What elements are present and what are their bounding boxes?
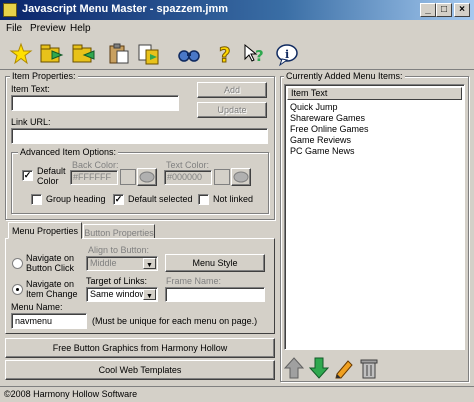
item-text-label: Item Text: xyxy=(11,84,50,94)
nav-item-change-radio[interactable] xyxy=(12,284,23,295)
svg-text:?: ? xyxy=(219,43,231,67)
status-text: ©2008 Harmony Hollow Software xyxy=(4,389,138,399)
list-item[interactable]: PC Game News xyxy=(290,146,355,156)
edit-pencil-icon[interactable] xyxy=(334,357,354,379)
trash-icon[interactable] xyxy=(359,357,379,379)
status-bar: ©2008 Harmony Hollow Software xyxy=(0,386,474,402)
chevron-down-icon[interactable]: ▼ xyxy=(143,289,156,300)
text-color-input[interactable]: #000000 xyxy=(164,170,212,185)
menu-preview[interactable]: Preview xyxy=(30,23,66,34)
link-url-label: Link URL: xyxy=(11,117,51,127)
align-select[interactable]: Middle ▼ xyxy=(86,256,158,271)
up-arrow-icon[interactable] xyxy=(283,357,305,379)
default-color-checkbox[interactable]: ✓ xyxy=(22,170,33,181)
not-linked-label: Not linked xyxy=(213,194,254,204)
menu-file[interactable]: File xyxy=(6,23,22,34)
nav-button-click-label: Navigate on Button Click xyxy=(26,253,75,273)
target-links-select[interactable]: Same window ▼ xyxy=(86,287,158,302)
list-item[interactable]: Quick Jump xyxy=(290,102,338,112)
info-icon[interactable]: i xyxy=(274,41,300,67)
maximize-button[interactable]: □ xyxy=(436,3,452,17)
default-color-label: Default Color xyxy=(37,166,66,186)
copy-icon[interactable] xyxy=(136,41,162,67)
default-selected-checkbox[interactable]: ✓ xyxy=(113,194,124,205)
list-item[interactable]: Game Reviews xyxy=(290,135,351,145)
window-title: Javascript Menu Master - spazzem.jmm xyxy=(22,3,229,15)
current-items-label: Currently Added Menu Items: xyxy=(284,71,405,81)
target-links-value: Same window xyxy=(90,289,147,299)
list-item[interactable]: Shareware Games xyxy=(290,113,365,123)
not-linked-checkbox[interactable] xyxy=(198,194,209,205)
menu-name-note: (Must be unique for each menu on page.) xyxy=(92,316,258,326)
whats-this-icon[interactable]: ? xyxy=(242,41,268,67)
preview-icon[interactable] xyxy=(176,41,202,67)
group-heading-checkbox[interactable] xyxy=(31,194,42,205)
title-bar: Javascript Menu Master - spazzem.jmm _ □… xyxy=(0,0,474,20)
free-graphics-button[interactable]: Free Button Graphics from Harmony Hollow xyxy=(5,338,275,358)
text-color-swatch[interactable] xyxy=(214,169,230,185)
tab-button-properties[interactable]: Button Properties xyxy=(83,224,155,239)
advanced-options-label: Advanced Item Options: xyxy=(18,147,119,157)
group-heading-label: Group heading xyxy=(46,194,106,204)
back-color-input[interactable]: #FFFFFF xyxy=(70,170,118,185)
text-color-label: Text Color: xyxy=(166,160,210,170)
menu-name-input[interactable]: navmenu xyxy=(11,313,87,329)
align-label: Align to Button: xyxy=(88,245,150,255)
menu-items-list[interactable]: Item Text Quick Jump Shareware Games Fre… xyxy=(284,84,465,350)
tab-menu-properties[interactable]: Menu Properties xyxy=(8,222,82,239)
menu-help[interactable]: Help xyxy=(70,23,91,34)
paste-icon[interactable] xyxy=(106,41,132,67)
save-icon[interactable] xyxy=(70,41,96,67)
align-value: Middle xyxy=(90,258,117,268)
chevron-down-icon[interactable]: ▼ xyxy=(143,258,156,269)
list-item[interactable]: Free Online Games xyxy=(290,124,369,134)
app-icon xyxy=(3,3,17,17)
frame-name-input[interactable] xyxy=(165,287,265,302)
frame-name-label: Frame Name: xyxy=(166,276,222,286)
list-header-item-text[interactable]: Item Text xyxy=(287,87,462,100)
cool-templates-button[interactable]: Cool Web Templates xyxy=(5,360,275,380)
link-url-input[interactable] xyxy=(11,128,268,144)
minimize-button[interactable]: _ xyxy=(420,3,436,17)
open-icon[interactable] xyxy=(38,41,64,67)
update-button[interactable]: Update xyxy=(197,102,267,118)
target-links-label: Target of Links: xyxy=(86,276,148,286)
toolbar: ? ? i xyxy=(0,38,474,70)
back-color-swatch[interactable] xyxy=(120,169,136,185)
close-button[interactable]: × xyxy=(454,3,470,17)
svg-text:?: ? xyxy=(255,47,264,65)
svg-text:i: i xyxy=(285,48,289,61)
item-text-input[interactable] xyxy=(11,95,179,111)
default-selected-label: Default selected xyxy=(128,194,193,204)
menu-name-label: Menu Name: xyxy=(11,302,63,312)
menu-bar: File Preview Help xyxy=(0,20,474,38)
new-icon[interactable] xyxy=(8,41,34,67)
item-properties-label: Item Properties: xyxy=(10,71,78,81)
help-icon[interactable]: ? xyxy=(212,41,238,68)
back-color-label: Back Color: xyxy=(72,160,119,170)
down-arrow-icon[interactable] xyxy=(308,357,330,379)
add-button[interactable]: Add xyxy=(197,82,267,98)
text-color-palette-icon[interactable] xyxy=(231,168,251,186)
back-color-palette-icon[interactable] xyxy=(137,168,157,186)
nav-item-change-label: Navigate on Item Change xyxy=(26,279,78,299)
menu-style-button[interactable]: Menu Style xyxy=(165,254,265,272)
nav-button-click-radio[interactable] xyxy=(12,258,23,269)
